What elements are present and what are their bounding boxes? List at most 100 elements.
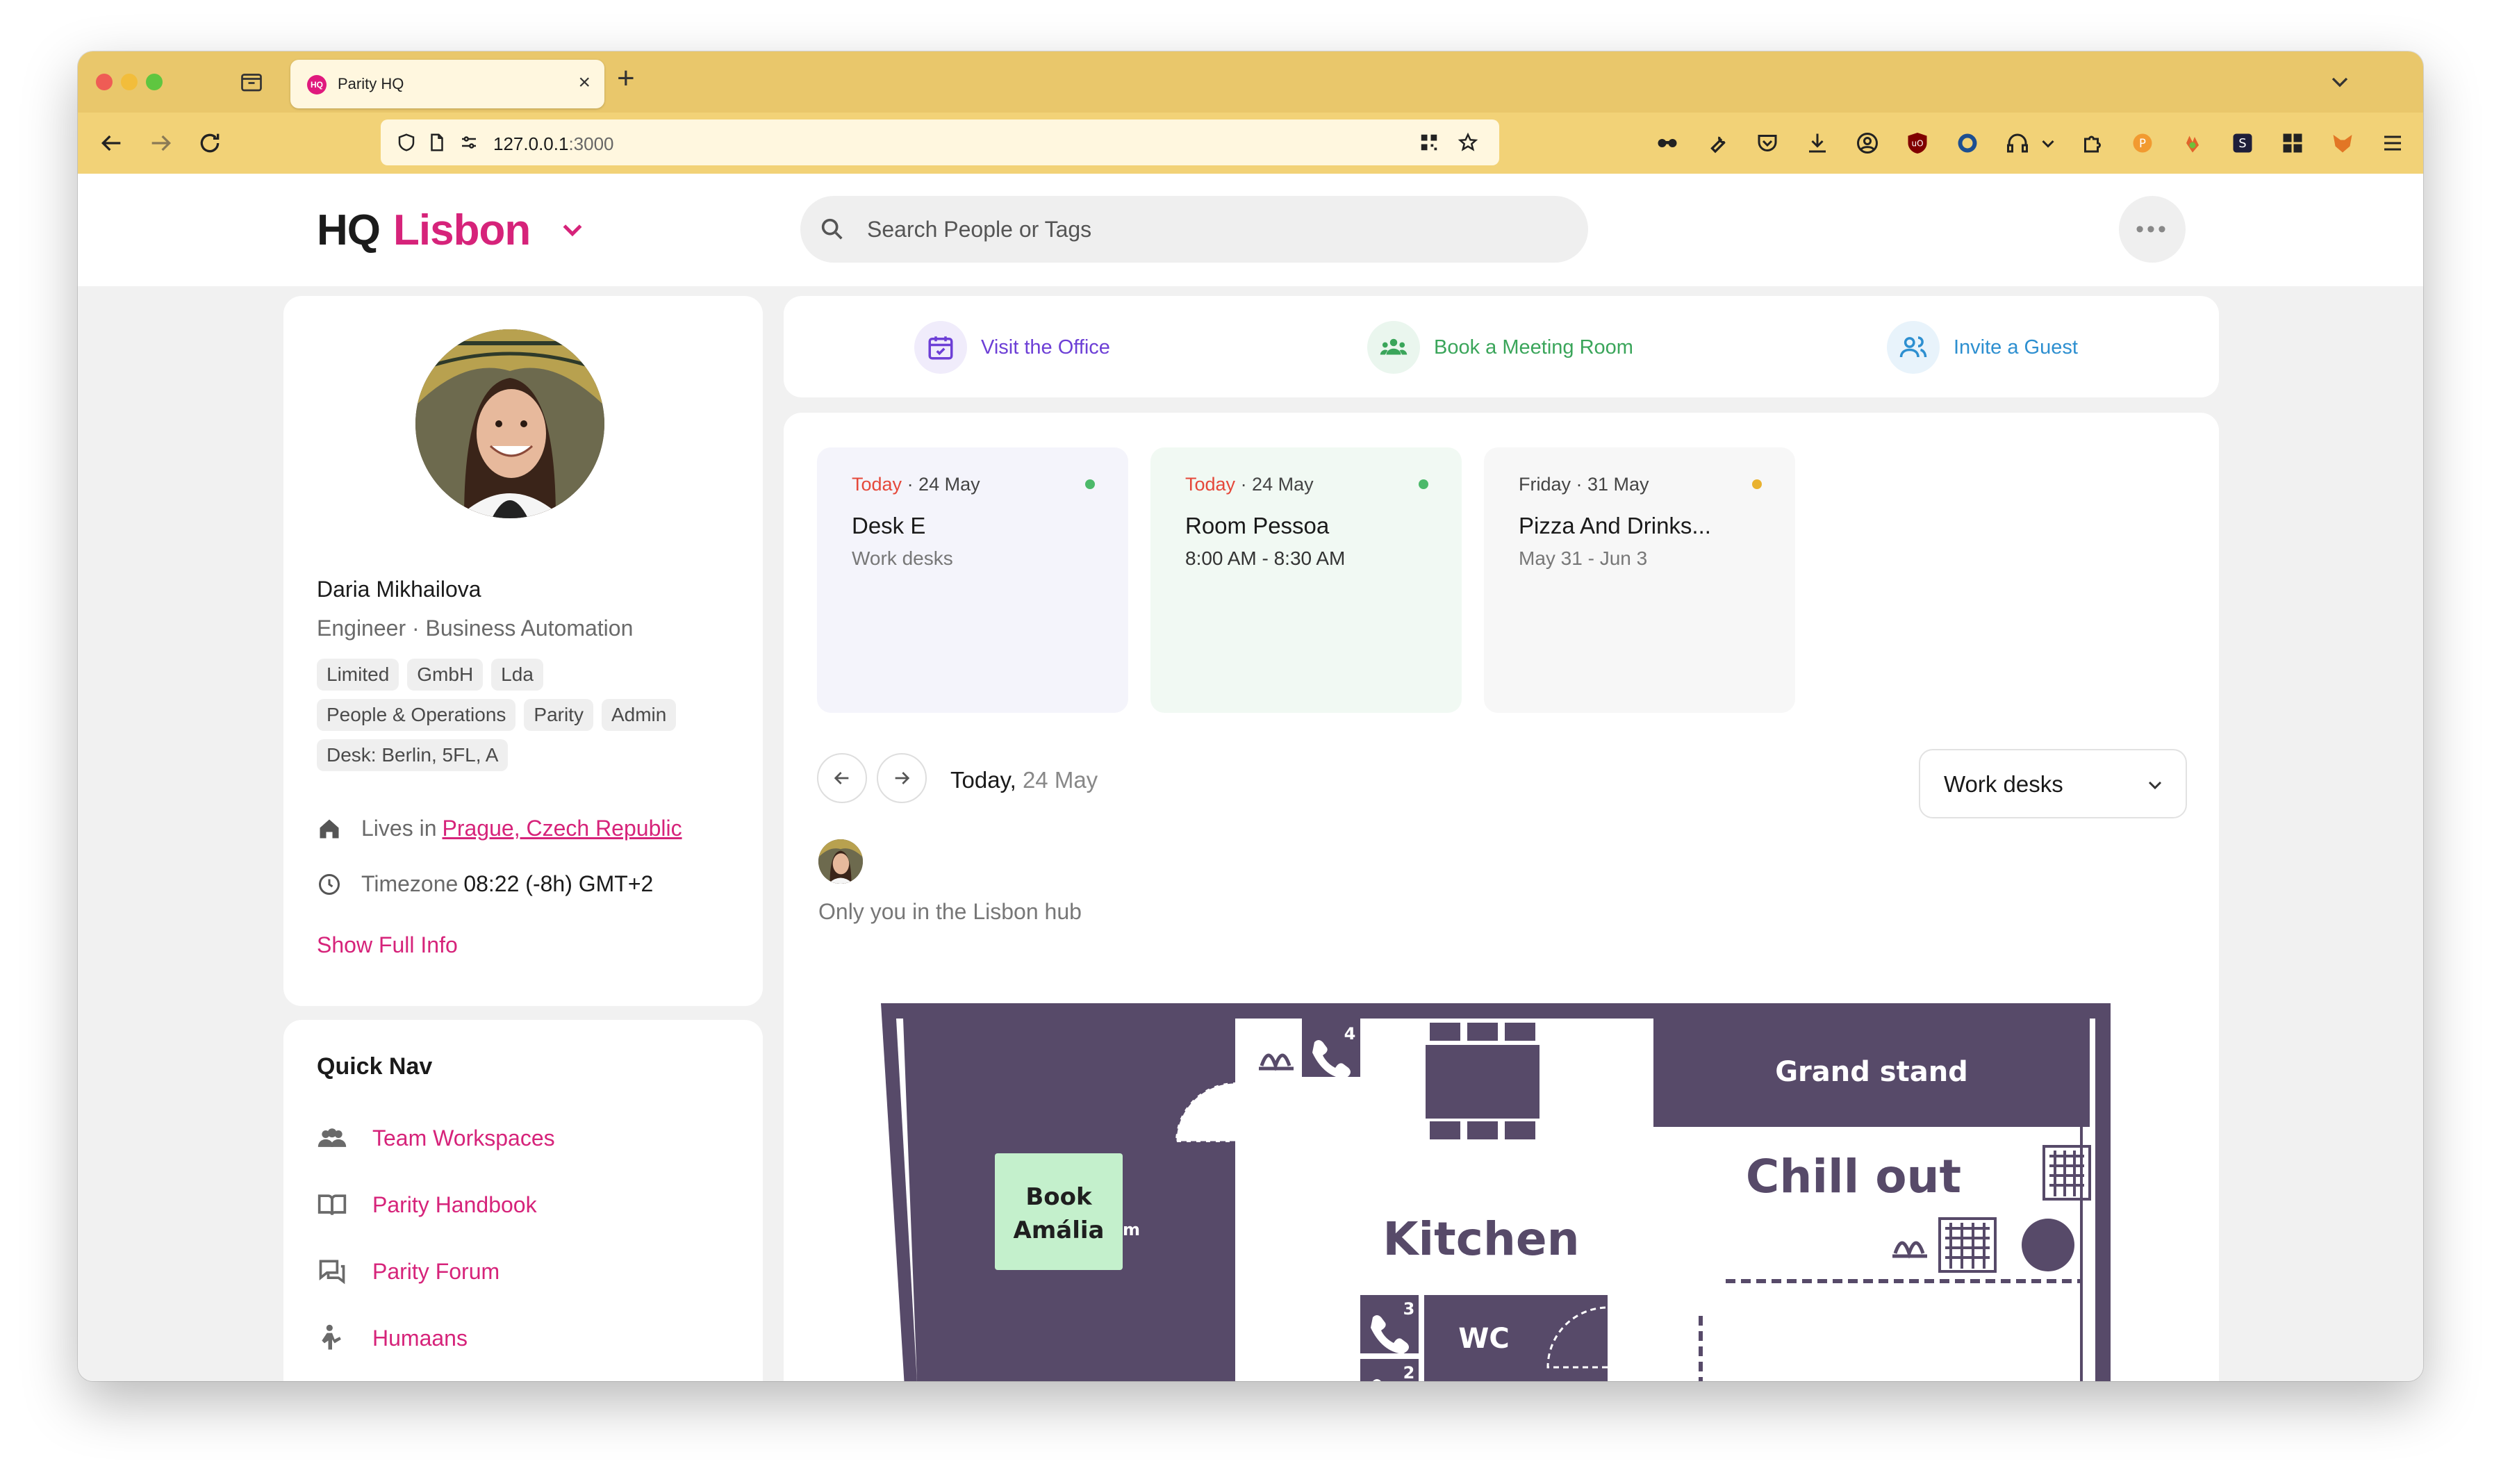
- ublock-icon[interactable]: uO: [1905, 131, 1930, 156]
- navigation-toolbar: 127.0.0.1:3000 uO P S: [78, 113, 2423, 174]
- search-icon: [821, 218, 843, 240]
- url-text[interactable]: 127.0.0.1:3000: [493, 133, 614, 155]
- previous-day-button[interactable]: [817, 753, 867, 803]
- download-icon[interactable]: [1805, 131, 1830, 156]
- minimize-window-button[interactable]: [121, 74, 138, 90]
- chevron-down-icon[interactable]: [559, 215, 586, 243]
- quick-nav-parity-handbook[interactable]: Parity Handbook: [317, 1189, 537, 1220]
- page-icon: [431, 133, 443, 151]
- grid-extension-icon[interactable]: [2280, 131, 2305, 156]
- url-bar[interactable]: 127.0.0.1:3000: [381, 119, 1499, 165]
- app-page: HQ Lisbon Search People or Tags ••• Dari…: [78, 174, 2423, 1381]
- pocket-icon[interactable]: [1755, 131, 1780, 156]
- hq-favicon-icon: HQ: [307, 75, 327, 94]
- svg-text:4: 4: [1344, 1024, 1356, 1044]
- floor-plan: Book Amália m 4 Grand stand Chill out Ki…: [881, 1003, 2111, 1381]
- private-mask-icon[interactable]: [1655, 131, 1680, 156]
- browser-window: HQ Parity HQ × + 127.0.0.1:3000 uO P S H…: [78, 51, 2423, 1381]
- hub-selector-label[interactable]: Lisbon: [393, 206, 531, 255]
- logo-hq-text[interactable]: HQ: [317, 206, 381, 255]
- quick-actions-card: Visit the Office Book a Meeting Room Inv…: [784, 296, 2219, 397]
- connection-settings-icon[interactable]: [459, 132, 479, 153]
- wrench-icon[interactable]: [1705, 131, 1730, 156]
- quick-nav-parity-forum[interactable]: Parity Forum: [317, 1256, 500, 1287]
- tab-bar: HQ Parity HQ × +: [78, 51, 2423, 113]
- arrow-left-icon: [834, 772, 849, 784]
- space-type-select[interactable]: Work desks: [1919, 749, 2187, 818]
- booking-card[interactable]: Today · 24 May Desk E Work desks: [817, 447, 1128, 713]
- svg-text:uO: uO: [1911, 139, 1923, 149]
- status-dot: [1419, 479, 1428, 489]
- privacy-badger-icon[interactable]: [1955, 131, 1980, 156]
- metamask-fox-icon[interactable]: [2330, 131, 2355, 156]
- current-day-label: Today, 24 May: [950, 767, 1098, 793]
- tag-chip[interactable]: People & Operations: [317, 699, 516, 731]
- extensions-puzzle-icon[interactable]: [2080, 131, 2105, 156]
- svg-text:WC: WC: [1458, 1323, 1509, 1355]
- svg-text:m: m: [1123, 1220, 1140, 1239]
- home-icon: [320, 819, 339, 838]
- location-link[interactable]: Prague, Czech Republic: [443, 816, 682, 841]
- wc-room: [1424, 1295, 1608, 1381]
- svg-text:Grand stand: Grand stand: [1775, 1056, 1968, 1088]
- desk-book-amalia: [995, 1153, 1123, 1270]
- svg-text:P: P: [2139, 137, 2146, 150]
- profile-tags: Limited GmbH Lda People & Operations Par…: [317, 659, 748, 780]
- hand-extension-icon[interactable]: [2180, 131, 2205, 156]
- show-full-info-link[interactable]: Show Full Info: [317, 932, 458, 958]
- p-extension-icon[interactable]: P: [2130, 131, 2155, 156]
- status-dot: [1752, 479, 1762, 489]
- booking-subtitle: 8:00 AM - 8:30 AM: [1185, 547, 1346, 569]
- tag-chip[interactable]: Parity: [524, 699, 593, 731]
- timezone-value: 08:22 (-8h) GMT+2: [463, 871, 654, 896]
- tag-chip[interactable]: Lda: [491, 659, 543, 691]
- new-tab-icon[interactable]: +: [617, 61, 635, 96]
- booking-subtitle: Work desks: [852, 547, 953, 569]
- s-extension-icon[interactable]: S: [2230, 131, 2255, 156]
- headphones-icon[interactable]: [2005, 131, 2030, 156]
- back-arrow-icon[interactable]: [97, 129, 125, 157]
- more-options-button[interactable]: •••: [2119, 196, 2186, 263]
- svg-text:S: S: [2238, 136, 2246, 151]
- tag-chip[interactable]: Admin: [601, 699, 677, 731]
- book-meeting-room-button[interactable]: Book a Meeting Room: [1367, 321, 1633, 374]
- app-header: HQ Lisbon Search People or Tags •••: [78, 174, 2423, 286]
- booking-date: Friday · 31 May: [1519, 474, 1649, 495]
- booking-card[interactable]: Friday · 31 May Pizza And Drinks... May …: [1484, 447, 1795, 713]
- zoom-window-button[interactable]: [146, 74, 163, 90]
- reload-icon[interactable]: [196, 129, 224, 157]
- tag-chip[interactable]: GmbH: [407, 659, 484, 691]
- search-input[interactable]: Search People or Tags: [800, 196, 1588, 263]
- hub-attendance-text: Only you in the Lisbon hub: [818, 899, 1082, 924]
- space-type-value: Work desks: [1944, 771, 2063, 797]
- tag-chip[interactable]: Desk: Berlin, 5FL, A: [317, 739, 509, 771]
- account-icon[interactable]: [1855, 131, 1880, 156]
- browser-tab-active[interactable]: HQ Parity HQ ×: [290, 60, 604, 108]
- attendee-avatar[interactable]: [818, 839, 863, 884]
- bookmark-star-icon[interactable]: [1458, 132, 1478, 153]
- chevron-down-icon[interactable]: [2326, 68, 2354, 96]
- forward-arrow-icon[interactable]: [147, 129, 175, 157]
- quick-nav-card: Quick Nav Team Workspaces Parity Handboo…: [283, 1020, 763, 1381]
- close-tab-icon[interactable]: ×: [578, 71, 591, 94]
- quick-nav-humaans[interactable]: Humaans: [317, 1323, 468, 1353]
- quick-nav-team-workspaces[interactable]: Team Workspaces: [317, 1123, 555, 1153]
- profile-name: Daria Mikhailova: [317, 577, 481, 602]
- shield-icon[interactable]: [396, 132, 417, 153]
- round-table: [2022, 1219, 2074, 1271]
- invite-guest-button[interactable]: Invite a Guest: [1887, 321, 2078, 374]
- menu-hamburger-icon[interactable]: [2380, 131, 2405, 156]
- next-day-button[interactable]: [877, 753, 927, 803]
- tag-chip[interactable]: Limited: [317, 659, 399, 691]
- status-dot: [1085, 479, 1095, 489]
- booking-card[interactable]: Today · 24 May Room Pessoa 8:00 AM - 8:3…: [1150, 447, 1462, 713]
- calendar-check-icon: [914, 321, 967, 374]
- lives-in-label: Lives in: [361, 816, 437, 841]
- qr-code-icon[interactable]: [1419, 132, 1439, 153]
- booking-date: Today · 24 May: [852, 474, 980, 495]
- tab-overview-icon[interactable]: [239, 69, 264, 94]
- visit-office-button[interactable]: Visit the Office: [914, 321, 1110, 374]
- chevron-down-icon[interactable]: [2036, 131, 2061, 156]
- desk-book-label: Book: [1025, 1183, 1093, 1211]
- close-window-button[interactable]: [96, 74, 113, 90]
